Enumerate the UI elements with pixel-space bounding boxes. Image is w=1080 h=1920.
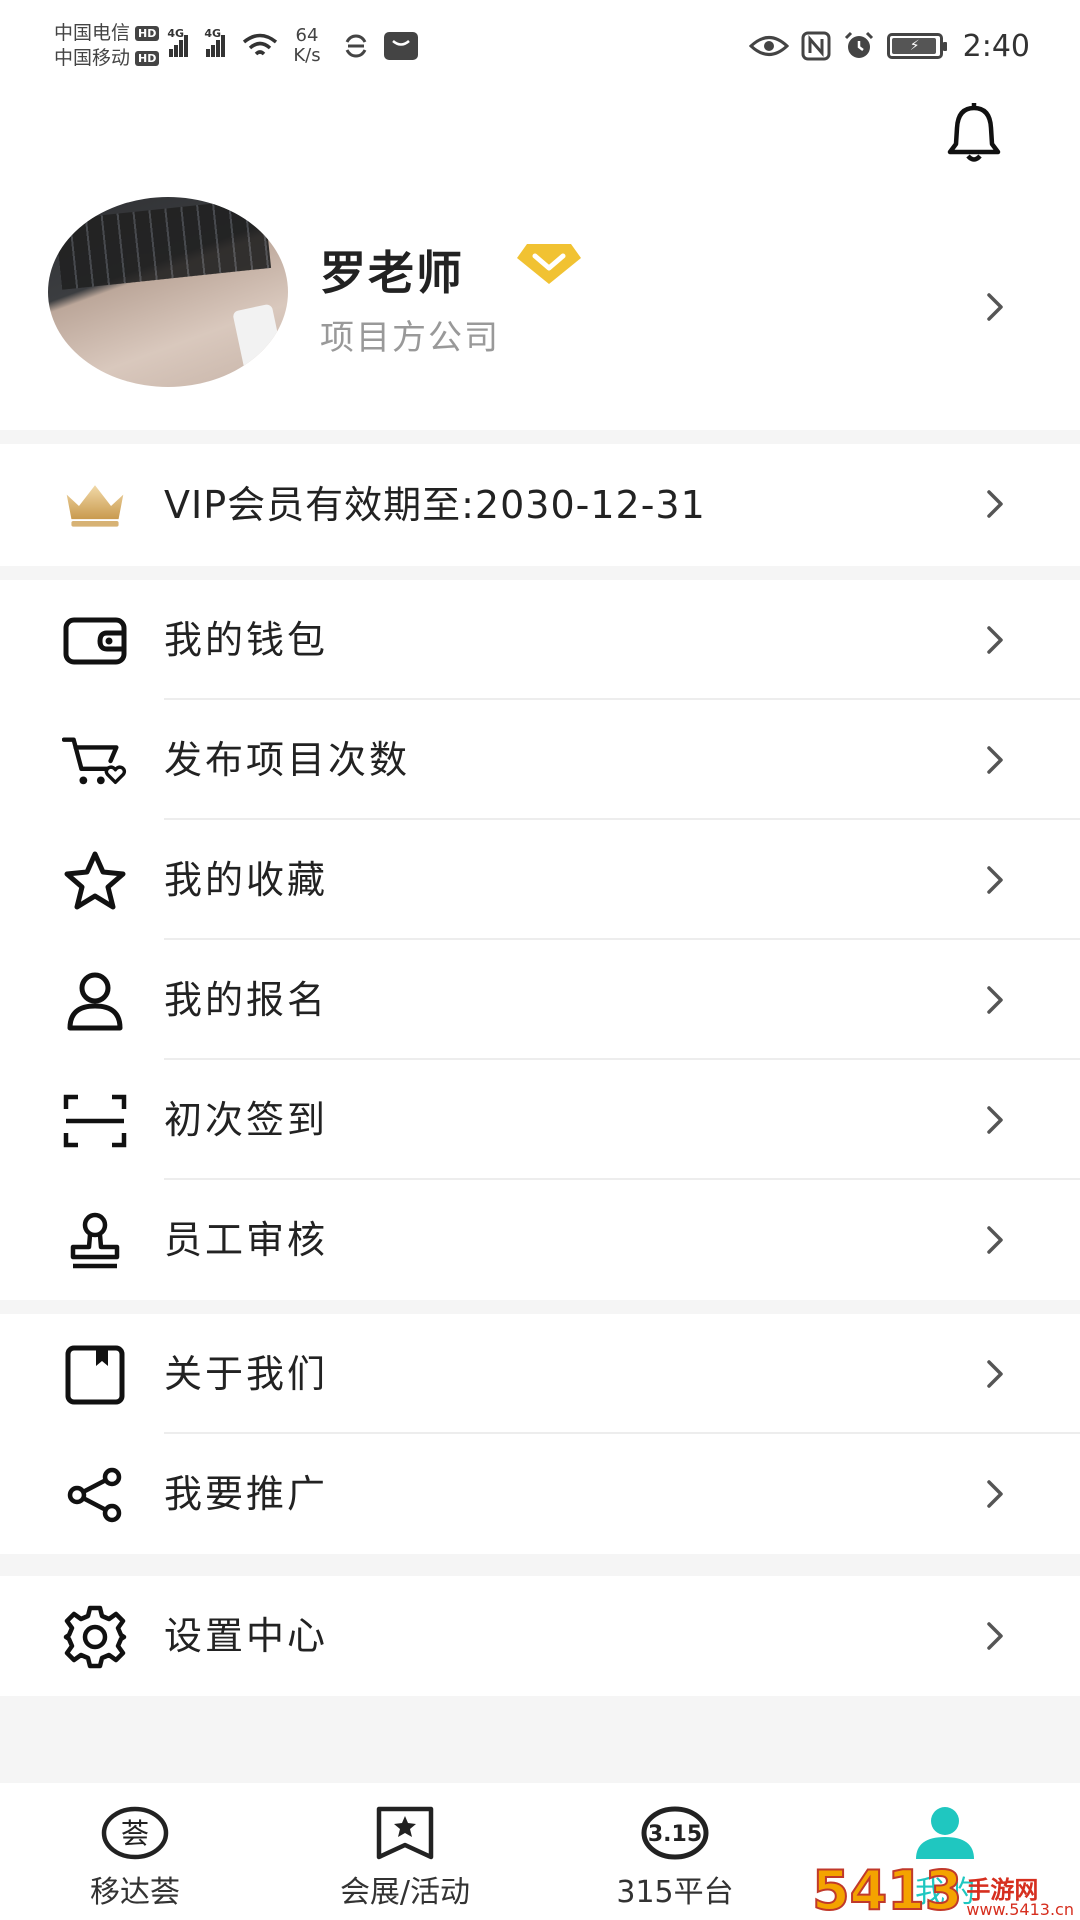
crown-icon: [62, 472, 128, 538]
sync-icon: [345, 34, 366, 58]
speed-value: 64: [295, 25, 319, 46]
menu-label: 关于我们: [164, 1352, 329, 1396]
site-watermark: 5413 手游网 www.5413.cn: [811, 1859, 1074, 1920]
menu-label: 员工审核: [164, 1218, 329, 1262]
signal-icon: 4G: [204, 27, 226, 57]
hd-badge: HD: [135, 51, 160, 66]
vip-expiry-label: VIP会员有效期至:2030-12-31: [164, 483, 706, 527]
wifi-icon: [243, 33, 278, 56]
menu-item-registrations[interactable]: 我的报名: [0, 940, 1080, 1060]
tab-events[interactable]: 会展/活动: [270, 1783, 540, 1920]
clock: 2:40: [962, 28, 1030, 64]
tab-label: 会展/活动: [339, 1875, 471, 1910]
menu-item-favorites[interactable]: 我的收藏: [0, 820, 1080, 940]
person-icon: [62, 968, 128, 1034]
watermark-url: www.5413.cn: [966, 1900, 1074, 1919]
chevron-right-icon[interactable]: [986, 1359, 1004, 1389]
menu-label: 我的报名: [164, 978, 329, 1022]
hd-badge: HD: [135, 26, 160, 41]
network-type-label: 4G: [167, 27, 185, 40]
menu-item-promote[interactable]: 我要推广: [0, 1434, 1080, 1554]
carrier-1-label: 中国电信: [54, 22, 131, 44]
tab-315-platform[interactable]: 3.15 315平台: [540, 1783, 810, 1920]
chevron-right-icon[interactable]: [986, 985, 1004, 1015]
scan-icon: [62, 1088, 128, 1154]
tab-label: 315平台: [616, 1875, 734, 1910]
stamp-icon: [62, 1208, 128, 1274]
message-icon: [383, 32, 418, 60]
eye-icon: [748, 36, 789, 56]
wallet-icon: [62, 608, 128, 674]
battery-icon: ⚡: [886, 33, 947, 59]
menu-item-publish-count[interactable]: 发布项目次数: [0, 700, 1080, 820]
speed-unit: K/s: [293, 45, 321, 66]
share-icon: [62, 1462, 128, 1528]
menu-item-wallet[interactable]: 我的钱包: [0, 580, 1080, 700]
tab-home[interactable]: 荟 移达荟: [0, 1783, 270, 1920]
about-icon: [62, 1342, 128, 1408]
315-icon: 3.15: [640, 1805, 710, 1861]
svg-text:荟: 荟: [121, 1817, 149, 1850]
gear-icon: [62, 1604, 128, 1670]
vip-diamond-icon: [517, 244, 581, 284]
menu-label: 我的收藏: [164, 858, 329, 902]
bell-icon[interactable]: [944, 102, 1004, 164]
nfc-icon: [801, 31, 831, 61]
chevron-right-icon[interactable]: [986, 1225, 1004, 1255]
menu-label: 初次签到: [164, 1098, 329, 1142]
menu-label: 设置中心: [164, 1614, 329, 1658]
status-bar: 中国电信 HD 中国移动 HD 4G 4G 64 K/s ⚡ 2:40: [0, 0, 1080, 92]
chevron-right-icon[interactable]: [986, 625, 1004, 655]
user-icon: [910, 1805, 980, 1861]
user-company: 项目方公司: [320, 318, 500, 358]
menu-label: 我的钱包: [164, 618, 329, 662]
chevron-right-icon[interactable]: [986, 292, 1004, 322]
user-name: 罗老师: [320, 246, 464, 300]
home-logo-icon: 荟: [100, 1805, 170, 1861]
menu-label: 我要推广: [164, 1472, 329, 1516]
network-type-label: 4G: [204, 27, 222, 40]
chevron-right-icon[interactable]: [986, 1621, 1004, 1651]
bottom-tab-bar: 荟 移达荟 会展/活动 3.15 315平台 我的 5413 手游网 www.5…: [0, 1783, 1080, 1920]
chevron-right-icon[interactable]: [986, 1105, 1004, 1135]
chevron-right-icon[interactable]: [986, 865, 1004, 895]
carrier-info: 中国电信 HD 中国移动 HD: [54, 21, 160, 71]
chevron-right-icon[interactable]: [986, 1479, 1004, 1509]
tab-label: 移达荟: [90, 1875, 180, 1910]
chevron-right-icon[interactable]: [986, 489, 1004, 519]
avatar[interactable]: [48, 197, 288, 387]
star-icon: [62, 848, 128, 914]
menu-label: 发布项目次数: [164, 738, 411, 782]
vip-membership-row[interactable]: VIP会员有效期至:2030-12-31: [0, 444, 1080, 566]
alarm-icon: [844, 31, 873, 58]
menu-item-settings[interactable]: 设置中心: [0, 1576, 1080, 1696]
chevron-right-icon[interactable]: [986, 745, 1004, 775]
network-speed: 64 K/s: [293, 26, 320, 66]
bookmark-star-icon: [370, 1805, 440, 1861]
cart-icon: [62, 728, 128, 794]
watermark-site: 手游网: [966, 1876, 1039, 1904]
menu-item-staff-review[interactable]: 员工审核: [0, 1180, 1080, 1300]
signal-icons: 4G 4G: [167, 27, 279, 60]
menu-item-first-checkin[interactable]: 初次签到: [0, 1060, 1080, 1180]
watermark-number: 5413: [811, 1859, 963, 1920]
svg-text:3.15: 3.15: [648, 1822, 702, 1847]
carrier-2-label: 中国移动: [54, 47, 131, 69]
signal-icon: 4G: [167, 27, 189, 57]
profile-header: 罗老师 项目方公司: [0, 92, 1080, 430]
menu-item-about-us[interactable]: 关于我们: [0, 1314, 1080, 1434]
